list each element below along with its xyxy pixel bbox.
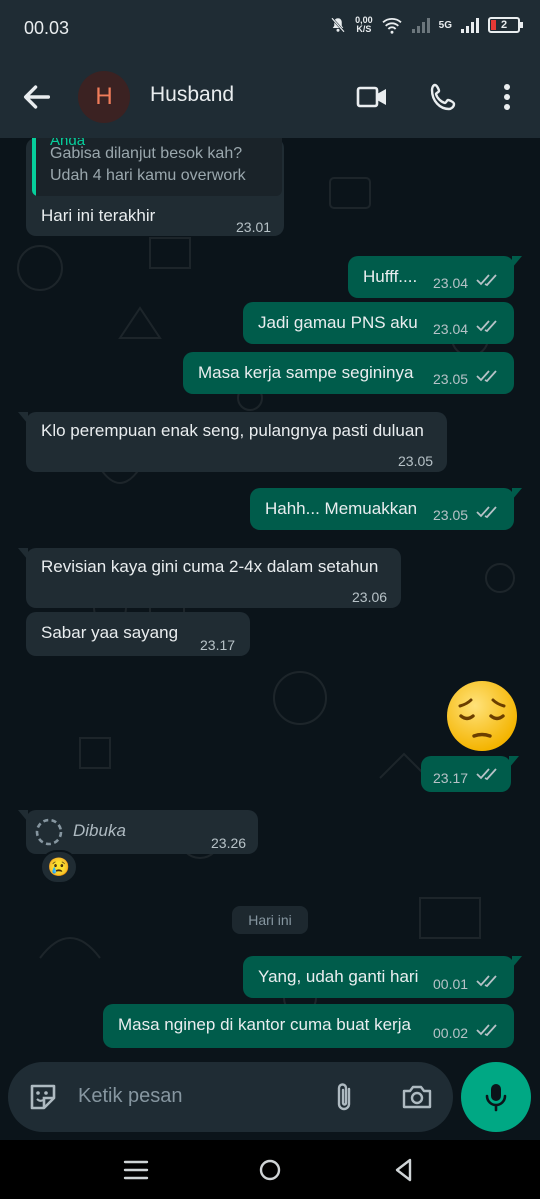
avatar[interactable]: H xyxy=(78,71,130,123)
signal-weak-icon xyxy=(411,18,430,33)
message-bubble-outgoing[interactable]: Masa kerja sampe segininya 23.05 xyxy=(183,352,514,394)
message-composer[interactable]: Ketik pesan xyxy=(8,1062,453,1132)
back-arrow-icon[interactable] xyxy=(20,80,54,114)
status-bar: 00.03 0,00 K/S 5G 2 xyxy=(0,0,540,56)
message-text: Dibuka xyxy=(73,821,126,840)
message-bubble-incoming[interactable]: Anda Gabisa dilanjut besok kah? Udah 4 h… xyxy=(26,138,284,236)
contact-name[interactable]: Husband xyxy=(150,83,234,107)
attach-icon[interactable] xyxy=(328,1080,362,1114)
status-time: 00.03 xyxy=(24,18,70,38)
system-nav-bar xyxy=(0,1140,540,1199)
message-text: Hahh... Memuakkan xyxy=(265,499,418,518)
message-time: 23.17 xyxy=(200,637,236,653)
message-time: 23.26 xyxy=(211,835,247,851)
recent-apps-icon[interactable] xyxy=(122,1156,150,1184)
message-bubble-outgoing[interactable]: Yang, udah ganti hari 00.01 xyxy=(243,956,522,998)
message-text: Hufff.... xyxy=(363,267,418,286)
chat-area[interactable]: Anda Gabisa dilanjut besok kah? Udah 4 h… xyxy=(0,138,540,1056)
read-ticks-icon xyxy=(476,506,497,519)
message-bubble-incoming[interactable]: Sabar yaa sayang 23.17 xyxy=(26,612,250,656)
message-text: Revisian kaya gini cuma 2-4x dalam setah… xyxy=(41,557,379,576)
mic-icon xyxy=(485,1084,507,1112)
status-icons: 0,00 K/S 5G 2 xyxy=(329,15,523,34)
pensive-face-emoji[interactable] xyxy=(444,678,520,754)
read-ticks-icon xyxy=(476,975,497,988)
message-bubble-outgoing[interactable]: Hufff.... 23.04 xyxy=(348,256,522,298)
signal-icon xyxy=(461,18,479,33)
date-divider: Hari ini xyxy=(232,906,308,934)
wifi-icon xyxy=(382,18,402,34)
quoted-message[interactable]: Anda Gabisa dilanjut besok kah? Udah 4 h… xyxy=(32,138,282,196)
read-ticks-icon xyxy=(476,1024,497,1037)
message-time: 23.04 xyxy=(433,321,469,337)
read-ticks-icon xyxy=(476,768,497,781)
message-text: Masa kerja sampe segininya xyxy=(198,363,414,382)
message-time: 23.06 xyxy=(352,589,388,605)
view-once-icon xyxy=(35,818,63,846)
battery-icon: 2 xyxy=(488,17,523,33)
message-time: 23.05 xyxy=(433,371,469,387)
message-bubble-incoming[interactable]: Dibuka 23.26 xyxy=(18,810,258,854)
message-text: Jadi gamau PNS aku xyxy=(258,313,418,332)
message-time: 23.05 xyxy=(433,507,469,523)
more-vert-icon[interactable] xyxy=(490,81,524,113)
message-bubble-outgoing[interactable]: 23.17 xyxy=(421,756,519,792)
message-time: 23.01 xyxy=(236,219,272,235)
network-type: 5G xyxy=(438,19,452,31)
message-text: Sabar yaa sayang xyxy=(41,623,179,642)
message-time: 00.02 xyxy=(433,1025,469,1041)
sticker-icon[interactable] xyxy=(26,1080,60,1114)
read-ticks-icon xyxy=(476,274,497,287)
video-call-icon[interactable] xyxy=(355,81,389,113)
home-icon[interactable] xyxy=(256,1156,284,1184)
reaction-badge[interactable]: 😢 xyxy=(40,850,78,884)
read-ticks-icon xyxy=(476,320,497,333)
message-bubble-incoming[interactable]: Klo perempuan enak seng, pulangnya pasti… xyxy=(18,412,447,472)
battery-level: 2 xyxy=(500,19,508,31)
phone-icon[interactable] xyxy=(428,81,462,113)
message-bubble-incoming[interactable]: Revisian kaya gini cuma 2-4x dalam setah… xyxy=(18,548,401,608)
network-speed: 0,00 K/S xyxy=(355,15,373,34)
camera-icon[interactable] xyxy=(400,1080,434,1114)
nav-back-icon[interactable] xyxy=(390,1156,418,1184)
message-time: 23.05 xyxy=(398,453,434,469)
message-text: Masa nginep di kantor cuma buat kerja xyxy=(118,1015,411,1034)
message-input[interactable]: Ketik pesan xyxy=(78,1085,183,1108)
message-bubble-outgoing[interactable]: Jadi gamau PNS aku 23.04 xyxy=(243,302,514,344)
message-bubble-outgoing[interactable]: Hahh... Memuakkan 23.05 xyxy=(250,488,522,530)
message-time: 23.04 xyxy=(433,275,469,291)
message-time: 23.17 xyxy=(433,770,469,786)
quote-text: Gabisa dilanjut besok kah? Udah 4 hari k… xyxy=(50,145,246,184)
message-text: Hari ini terakhir xyxy=(41,206,156,225)
message-time: 00.01 xyxy=(433,976,469,992)
read-ticks-icon xyxy=(476,370,497,383)
quote-bar xyxy=(32,138,36,196)
mute-bell-icon xyxy=(331,17,345,33)
message-bubble-outgoing[interactable]: Masa nginep di kantor cuma buat kerja 00… xyxy=(103,1004,514,1048)
message-text: Yang, udah ganti hari xyxy=(258,967,419,986)
message-text: Klo perempuan enak seng, pulangnya pasti… xyxy=(41,421,424,440)
mic-button[interactable] xyxy=(461,1062,531,1132)
chat-header: H Husband xyxy=(0,56,540,138)
